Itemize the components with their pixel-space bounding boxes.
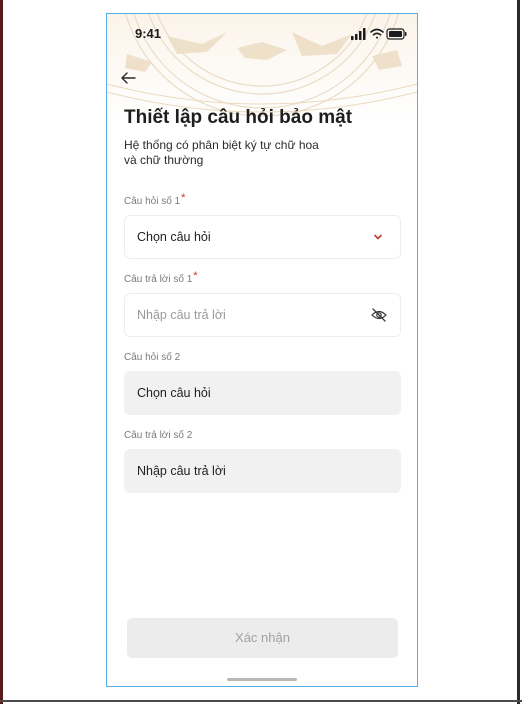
question-1-select[interactable]: Chọn câu hỏi [124, 215, 401, 259]
answer-2-label: Câu trả lời số 2 [124, 430, 193, 441]
arrow-left-icon[interactable] [119, 70, 137, 86]
question-1-label: Câu hỏi số 1* [124, 192, 186, 207]
answer-1-input[interactable]: Nhập câu trả lời [124, 293, 401, 337]
window-edge-bottom [0, 700, 522, 702]
required-mark: * [181, 192, 186, 204]
chevron-down-icon [374, 234, 382, 240]
eye-off-icon[interactable] [370, 307, 388, 323]
question-1-value: Chọn câu hỏi [137, 230, 211, 244]
wifi-icon [370, 28, 384, 39]
subtitle-line-2: và chữ thường [124, 153, 204, 167]
window-edge-left [0, 0, 3, 704]
page-title: Thiết lập câu hỏi bảo mật [124, 107, 353, 128]
status-time: 9:41 [135, 26, 162, 41]
answer-2-input[interactable]: Nhập câu trả lời [124, 449, 401, 493]
confirm-button[interactable]: Xác nhận [127, 618, 398, 658]
question-2-value: Chọn câu hỏi [137, 386, 211, 400]
answer-1-label-text: Câu trả lời số 1 [124, 274, 193, 285]
answer-2-value: Nhập câu trả lời [137, 464, 226, 478]
answer-1-placeholder: Nhập câu trả lời [137, 308, 226, 322]
subtitle-line-1: Hệ thống có phân biệt ký tự chữ hoa [124, 138, 319, 152]
question-1-label-text: Câu hỏi số 1 [124, 196, 181, 207]
signal-icon [351, 28, 366, 40]
question-2-label: Câu hỏi số 2 [124, 352, 181, 363]
page-subtitle: Hệ thống có phân biệt ký tự chữ hoa và c… [124, 138, 354, 168]
question-2-select[interactable]: Chọn câu hỏi [124, 371, 401, 415]
phone-screen: 9:41 Thiết lập câu hỏi bảo mật Hệ thống … [106, 13, 418, 687]
battery-icon [386, 28, 407, 40]
required-mark: * [193, 270, 198, 282]
status-icons [351, 28, 407, 40]
window-edge-right [517, 0, 520, 704]
home-indicator [227, 678, 297, 681]
answer-1-label: Câu trả lời số 1* [124, 270, 198, 285]
